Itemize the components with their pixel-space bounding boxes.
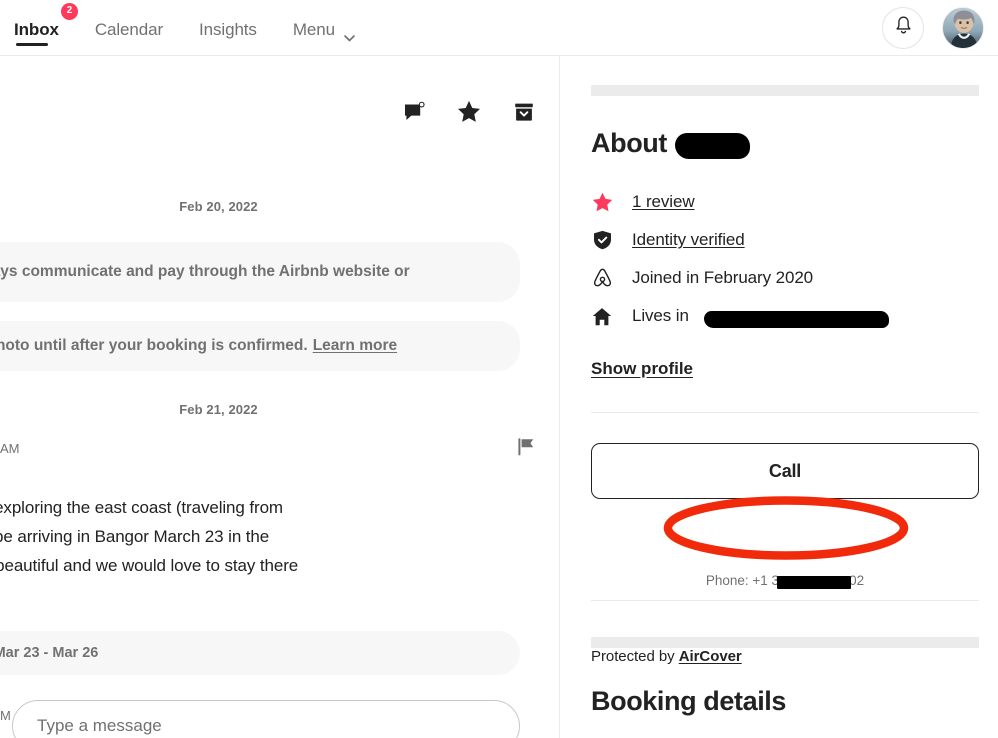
aircover-prefix: Protected by (591, 648, 679, 665)
star-icon (591, 192, 613, 212)
redacted-phone-digits (777, 576, 852, 589)
clipped-text-above (591, 56, 597, 69)
date-separator-feb-21: Feb 21, 2022 (179, 402, 258, 417)
system-message-bubble-2: e your profile photo until after your bo… (0, 321, 520, 371)
tab-insights[interactable]: Insights (199, 0, 257, 56)
booking-status-chip: med · 2 guests, Mar 23 - Mar 26 (0, 631, 520, 675)
booking-status-text: med · 2 guests, Mar 23 - Mar 26 (0, 645, 99, 661)
divider-below-phone (591, 600, 979, 601)
joined-date-row: Joined in February 2020 (591, 268, 813, 288)
nav-tab-list: Inbox 2 Calendar Insights Menu (0, 0, 355, 56)
tab-menu[interactable]: Menu (293, 0, 355, 56)
phone-number-row: Phone: +1 3 02 (591, 573, 979, 589)
home-icon (591, 307, 613, 326)
section-divider-band-bottom (591, 637, 979, 648)
divider-above-call (591, 412, 979, 413)
archive-icon[interactable] (513, 101, 535, 128)
booking-details-title: Booking details (591, 686, 787, 716)
date-separator-feb-20: Feb 20, 2022 (179, 199, 258, 214)
star-icon[interactable] (457, 100, 481, 128)
identity-verified-link[interactable]: Identity verified (632, 230, 745, 250)
phone-prefix: Phone: +1 3 (705, 573, 780, 588)
nav-right-actions (882, 0, 984, 56)
redacted-location (703, 310, 889, 328)
show-profile-link[interactable]: Show profile (591, 359, 693, 379)
tab-calendar[interactable]: Calendar (95, 0, 163, 56)
section-divider-band-top (591, 85, 979, 96)
airbnb-belo-icon (591, 268, 613, 288)
reviews-row[interactable]: 1 review (591, 192, 695, 212)
top-navigation-bar: Inbox 2 Calendar Insights Menu (0, 0, 998, 56)
guest-details-pane: About 1 review Identity verified Joined … (561, 56, 998, 738)
active-tab-underline (16, 42, 48, 46)
joined-date-label: Joined in February 2020 (632, 268, 814, 287)
flag-icon[interactable] (517, 437, 535, 461)
system-message-1-text: r payment, always communicate and pay th… (0, 263, 410, 280)
avatar[interactable] (942, 7, 984, 49)
thread-action-bar (403, 100, 535, 128)
user-avatar-photo (943, 8, 983, 48)
airbnb-host-inbox-screen: Inbox 2 Calendar Insights Menu Feb 20, 2… (0, 0, 998, 738)
message-input[interactable] (37, 716, 495, 736)
message-timestamp-2: M (0, 708, 11, 723)
learn-more-link[interactable]: Learn more (313, 336, 397, 356)
identity-verified-row[interactable]: Identity verified (591, 230, 745, 250)
tab-insights-label: Insights (199, 19, 257, 39)
call-button[interactable]: Call (591, 443, 979, 499)
message-timestamp-1: AM (0, 441, 20, 456)
about-label: About (591, 128, 667, 158)
message-thread-pane: Feb 20, 2022 r payment, always communica… (0, 56, 560, 738)
notifications-button[interactable] (882, 7, 924, 49)
tab-inbox[interactable]: Inbox 2 (14, 0, 78, 56)
reviews-link[interactable]: 1 review (632, 192, 695, 212)
tab-calendar-label: Calendar (94, 19, 164, 39)
lives-in-label: Lives in (632, 306, 689, 325)
lives-in-row: Lives in (591, 306, 889, 328)
phone-suffix: 02 (849, 573, 865, 588)
system-message-bubble-1: r payment, always communicate and pay th… (0, 242, 520, 302)
message-composer[interactable] (12, 700, 520, 738)
redacted-guest-name (674, 132, 750, 159)
bell-icon (895, 16, 912, 40)
tab-inbox-label: Inbox (14, 19, 59, 39)
aircover-row: Protected by AirCover (591, 648, 742, 665)
aircover-link[interactable]: AirCover (679, 648, 742, 665)
system-message-2-text: e your profile photo until after your bo… (0, 337, 308, 354)
inbox-unread-badge: 2 (60, 2, 78, 20)
guest-message-body: d and I will be exploring the east coast… (0, 498, 299, 575)
about-section-title: About (591, 128, 750, 159)
message-bubble-icon[interactable] (403, 101, 425, 128)
chevron-down-icon (344, 27, 355, 42)
tab-menu-label: Menu (292, 19, 335, 39)
shield-check-icon (591, 230, 613, 250)
